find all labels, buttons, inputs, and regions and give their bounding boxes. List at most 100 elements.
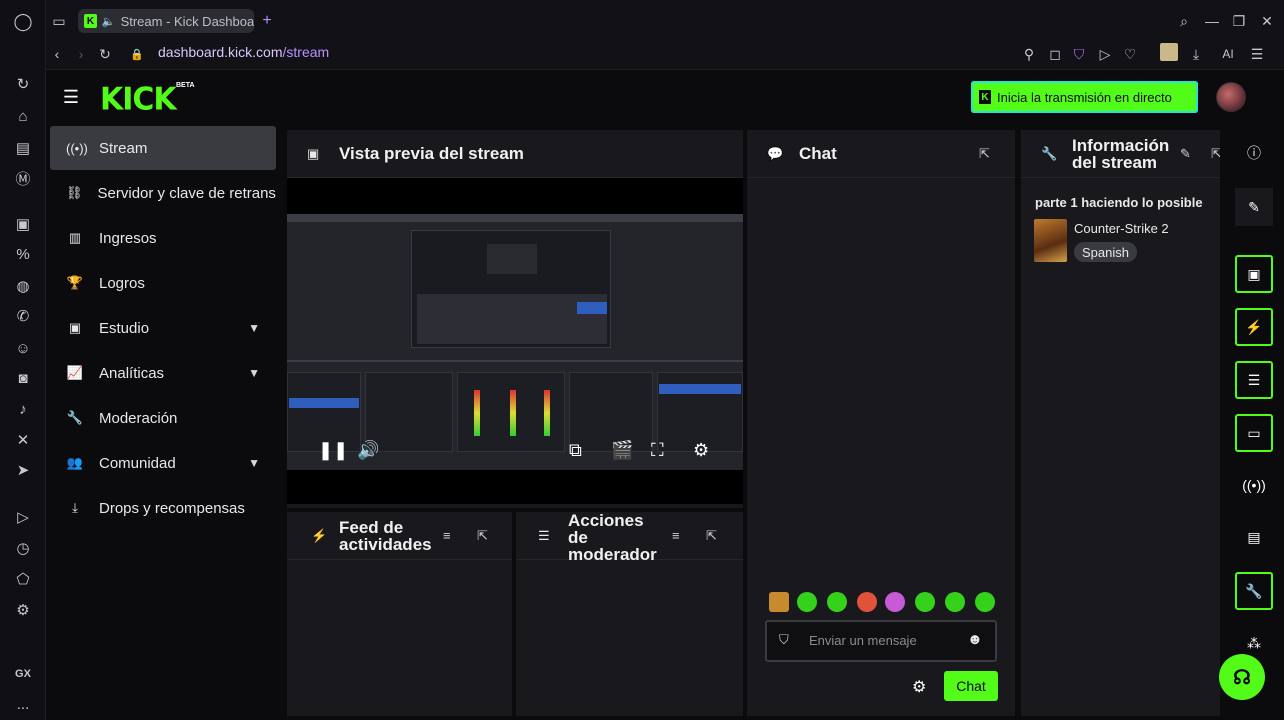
instagram-icon[interactable]: ◙ <box>11 366 35 390</box>
edit-pencil-icon[interactable]: ✎ <box>1180 146 1191 162</box>
chevron-down-icon[interactable]: ▼ <box>248 456 260 470</box>
nav-item-drops[interactable]: ⤓ Drops y recompensas <box>50 486 276 530</box>
nav-item-community[interactable]: 👥 Comunidad ▼ <box>50 441 276 485</box>
preview-toggle-button[interactable]: ▣ <box>1235 255 1273 293</box>
download-icon[interactable]: ⤓ <box>1185 43 1207 65</box>
game-thumbnail[interactable] <box>1034 219 1067 262</box>
nav-item-revenue[interactable]: ▥ Ingresos <box>50 216 276 260</box>
vpn-shield-icon[interactable]: ⛉ <box>1068 43 1090 65</box>
ai-button[interactable]: AI <box>1210 43 1246 65</box>
video-icon: ▣ <box>1247 265 1261 282</box>
emote-button[interactable] <box>827 592 847 612</box>
server-icon[interactable]: ▤ <box>1235 518 1273 556</box>
reload-icon[interactable]: ↻ <box>94 43 116 65</box>
forward-icon[interactable]: › <box>70 43 92 65</box>
pin-icon[interactable]: ⚲ <box>1018 43 1040 65</box>
player-icon[interactable]: ▷ <box>11 505 35 529</box>
send-chat-button[interactable]: Chat <box>944 671 998 701</box>
back-icon[interactable]: ‹ <box>46 43 68 65</box>
tiktok-icon[interactable]: ♪ <box>11 397 35 421</box>
app-header: ☰ KICK BETA K Inicia la transmisión en d… <box>46 70 1284 126</box>
filter-icon[interactable]: ≡ <box>443 528 451 543</box>
chat-message-input[interactable]: ⛉ Enviar un mensaje ☻ <box>765 620 997 662</box>
broadcast-icon[interactable]: ((•)) <box>1235 466 1273 504</box>
wallet-icon[interactable]: ▤ <box>11 136 35 160</box>
emote-button[interactable] <box>857 592 877 612</box>
go-live-button[interactable]: K Inicia la transmisión en directo <box>971 81 1198 113</box>
tab-menu-icon[interactable]: ▭ <box>48 10 70 32</box>
gx-corner-icon[interactable]: GX <box>11 662 35 686</box>
kick-logo[interactable]: KICK <box>100 81 177 118</box>
pause-icon[interactable]: ❚❚ <box>318 440 348 461</box>
help-support-button[interactable]: ☊ <box>1219 654 1265 700</box>
minimize-icon[interactable]: — <box>1201 10 1223 32</box>
video-player[interactable]: ❚❚ 🔊 ⧉ 🎬 ⛶ ⚙ <box>287 178 743 504</box>
emote-button[interactable] <box>945 592 965 612</box>
search-tabs-icon[interactable]: ⌕ <box>1173 10 1195 32</box>
tab-kick-dashboard[interactable]: K 🔈 Stream - Kick Dashboard <box>78 9 254 33</box>
chat-toggle-button[interactable]: ▭ <box>1235 414 1273 452</box>
extensions-icon[interactable]: ⬠ <box>11 567 35 591</box>
nav-item-stream[interactable]: ((•)) Stream <box>50 126 276 170</box>
url-field[interactable]: dashboard.kick.com/stream <box>158 44 329 60</box>
nav-item-studio[interactable]: ▣ Estudio ▼ <box>50 306 276 350</box>
music-icon[interactable]: Ⓜ <box>11 166 35 190</box>
browser-logo-icon[interactable]: ◯ <box>11 10 35 34</box>
whatsapp-icon[interactable]: ✆ <box>11 304 35 328</box>
nav-item-analytics[interactable]: 📈 Analíticas ▼ <box>50 351 276 395</box>
popout-icon[interactable]: ⇱ <box>477 528 488 544</box>
info-icon[interactable]: ⓘ <box>1235 134 1273 172</box>
easy-setup-icon[interactable]: ☰ <box>1246 43 1268 65</box>
emote-button[interactable] <box>885 592 905 612</box>
edit-pencil-icon[interactable]: ✎ <box>1235 188 1273 226</box>
nav-item-moderation[interactable]: 🔧 Moderación <box>50 396 276 440</box>
address-bar: ‹ › ↻ 🔒 dashboard.kick.com/stream ⚲ ◻ ⛉ … <box>46 40 1284 70</box>
discount-icon[interactable]: % <box>11 242 35 266</box>
twitch-icon[interactable]: ▣ <box>11 212 35 236</box>
emote-button[interactable] <box>797 592 817 612</box>
maximize-icon[interactable]: ❐ <box>1228 10 1250 32</box>
chevron-down-icon[interactable]: ▼ <box>248 321 260 335</box>
fullscreen-icon[interactable]: ⛶ <box>651 440 664 461</box>
discord-icon[interactable]: ☺ <box>11 336 35 360</box>
pip-icon[interactable]: ⧉ <box>569 440 582 461</box>
new-tab-button[interactable]: + <box>256 10 278 32</box>
messenger-icon[interactable]: ◍ <box>11 274 35 298</box>
emoji-picker-icon[interactable]: ☻ <box>967 631 983 648</box>
heart-icon[interactable]: ♡ <box>1119 43 1141 65</box>
popout-icon[interactable]: ⇱ <box>706 528 717 544</box>
gear-icon[interactable]: ⚙ <box>693 440 709 461</box>
refresh-sidebar-icon[interactable]: ↻ <box>11 72 35 96</box>
mod-actions-toggle-button[interactable]: ☰ <box>1235 361 1273 399</box>
telegram-icon[interactable]: ➤ <box>11 458 35 482</box>
filter-icon[interactable]: ≡ <box>672 528 680 543</box>
chat-settings-icon[interactable]: ⚙ <box>912 677 926 697</box>
go-live-label: Inicia la transmisión en directo <box>997 89 1172 105</box>
volume-icon[interactable]: 🔊 <box>357 440 379 461</box>
emote-button[interactable] <box>915 592 935 612</box>
lock-icon[interactable]: 🔒 <box>126 43 148 65</box>
more-icon[interactable]: ... <box>11 692 35 716</box>
nav-item-achievements[interactable]: 🏆 Logros <box>50 261 276 305</box>
extension-avatar-icon[interactable] <box>1160 43 1178 61</box>
settings-icon[interactable]: ⚙ <box>11 598 35 622</box>
game-name[interactable]: Counter-Strike 2 <box>1074 221 1169 236</box>
shop-icon[interactable]: ⌂ <box>11 104 35 128</box>
hamburger-menu-icon[interactable]: ☰ <box>60 86 82 108</box>
emote-button[interactable] <box>975 592 995 612</box>
activity-toggle-button[interactable]: ⚡ <box>1235 308 1273 346</box>
play-icon[interactable]: ▷ <box>1094 43 1116 65</box>
popout-icon[interactable]: ⇱ <box>979 146 990 162</box>
avatar[interactable] <box>1216 82 1246 112</box>
tools-toggle-button[interactable]: 🔧 <box>1235 572 1273 610</box>
popout-icon[interactable]: ⇱ <box>1211 146 1220 162</box>
history-icon[interactable]: ◷ <box>11 536 35 560</box>
emote-button[interactable] <box>769 592 789 612</box>
close-window-icon[interactable]: ✕ <box>1256 10 1278 32</box>
speaker-icon[interactable]: 🔈 <box>102 15 116 28</box>
clip-icon[interactable]: 🎬 <box>611 440 633 461</box>
nav-item-server-key[interactable]: ⛓ Servidor y clave de retransmisión <box>50 171 276 215</box>
x-icon[interactable]: ✕ <box>11 428 35 452</box>
chevron-down-icon[interactable]: ▼ <box>248 366 260 380</box>
snapshot-icon[interactable]: ◻ <box>1044 43 1066 65</box>
